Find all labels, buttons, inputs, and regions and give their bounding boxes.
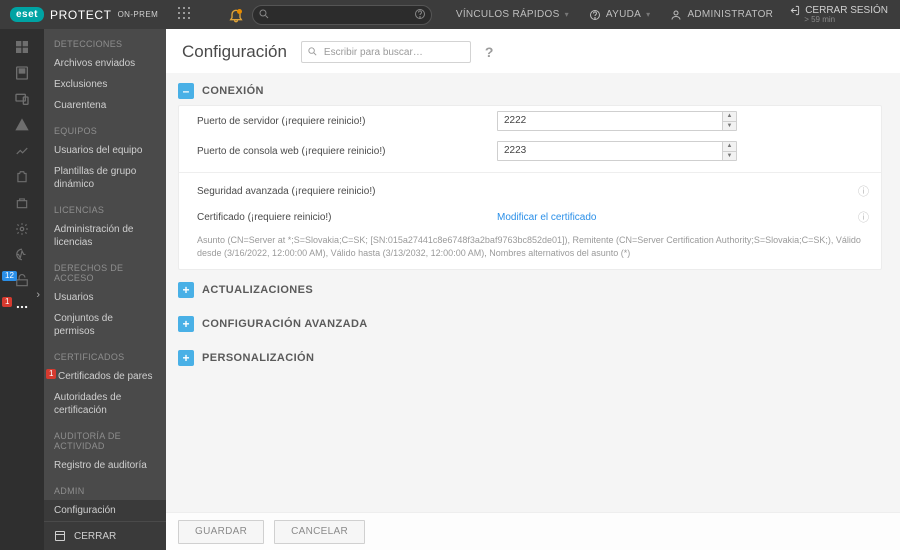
side-group-detections: DETECCIONES bbox=[44, 29, 166, 53]
side-item-dynamic-group-templates[interactable]: Plantillas de grupo dinámico bbox=[44, 161, 166, 195]
advanced-security-label: Seguridad avanzada (¡requiere reinicio!) bbox=[197, 186, 497, 197]
expand-icon bbox=[178, 316, 194, 332]
apps-grid-icon[interactable] bbox=[178, 7, 190, 22]
user-menu[interactable]: ADMINISTRATOR bbox=[660, 0, 783, 29]
notifications-icon[interactable] bbox=[228, 7, 244, 23]
side-panel: DETECCIONES Archivos enviados Exclusione… bbox=[44, 29, 166, 550]
main-column: Configuración ? CONEXIÓN Puerto de servi… bbox=[166, 29, 900, 550]
section-custom-toggle[interactable]: PERSONALIZACIÓN bbox=[178, 344, 882, 372]
help-menu[interactable]: AYUDA▾ bbox=[579, 0, 661, 29]
section-connection: CONEXIÓN Puerto de servidor (¡requiere r… bbox=[178, 77, 882, 270]
chevron-down-icon: ▾ bbox=[646, 10, 650, 19]
settings-search[interactable] bbox=[301, 41, 471, 63]
stepper-up-icon[interactable]: ▲ bbox=[722, 112, 736, 122]
side-item-license-management[interactable]: Administración de licencias bbox=[44, 219, 166, 253]
side-item-settings[interactable]: Configuración bbox=[44, 500, 166, 521]
side-group-access-rights: DERECHOS DE ACCESO bbox=[44, 253, 166, 287]
quick-links-menu[interactable]: VÍNCULOS RÁPIDOS▾ bbox=[446, 0, 579, 29]
side-item-permission-sets[interactable]: Conjuntos de permisos bbox=[44, 308, 166, 342]
collapse-icon bbox=[54, 530, 66, 542]
side-item-audit-log[interactable]: Registro de auditoría bbox=[44, 455, 166, 476]
section-advanced-toggle[interactable]: CONFIGURACIÓN AVANZADA bbox=[178, 310, 882, 338]
global-search-input[interactable] bbox=[252, 5, 432, 25]
side-item-exclusions[interactable]: Exclusiones bbox=[44, 74, 166, 95]
server-port-label: Puerto de servidor (¡requiere reinicio!) bbox=[197, 116, 497, 127]
rail-installers-icon[interactable] bbox=[0, 191, 44, 215]
side-item-submitted-files[interactable]: Archivos enviados bbox=[44, 53, 166, 74]
section-advanced: CONFIGURACIÓN AVANZADA bbox=[178, 310, 882, 338]
brand-product: PROTECT bbox=[50, 8, 112, 22]
rail-computers-icon[interactable] bbox=[0, 61, 44, 85]
side-item-computer-users[interactable]: Usuarios del equipo bbox=[44, 140, 166, 161]
side-item-peer-certs[interactable]: 1Certificados de pares bbox=[44, 366, 166, 387]
certificate-label: Certificado (¡requiere reinicio!) bbox=[197, 212, 497, 223]
rail-reports-icon[interactable] bbox=[0, 139, 44, 163]
nav-rail: 12 1 › bbox=[0, 29, 44, 550]
collapse-icon bbox=[178, 83, 194, 99]
side-group-certificates: CERTIFICADOS bbox=[44, 342, 166, 366]
server-port-input[interactable]: 2222 ▲▼ bbox=[497, 111, 737, 131]
info-icon[interactable]: ⓘ bbox=[850, 209, 869, 225]
modify-certificate-link[interactable]: Modificar el certificado bbox=[497, 212, 596, 223]
info-icon[interactable]: ⓘ bbox=[850, 183, 869, 199]
settings-search-input[interactable] bbox=[301, 41, 471, 63]
side-item-peer-certs-badge: 1 bbox=[46, 369, 56, 379]
brand: eset PROTECT ON-PREM bbox=[0, 7, 168, 22]
row-advanced-security: Seguridad avanzada (¡requiere reinicio!)… bbox=[179, 172, 881, 204]
rail-policies-icon[interactable] bbox=[0, 217, 44, 241]
side-group-computers: EQUIPOS bbox=[44, 116, 166, 140]
page-title: Configuración bbox=[182, 42, 287, 62]
certificate-details: Asunto (CN=Server at *;S=Slovakia;C=SK; … bbox=[179, 230, 881, 269]
section-custom: PERSONALIZACIÓN bbox=[178, 344, 882, 372]
rail-expand-icon[interactable]: › bbox=[36, 289, 40, 301]
logout-button[interactable]: CERRAR SESIÓN > 59 min bbox=[783, 5, 900, 24]
expand-icon bbox=[178, 282, 194, 298]
row-console-port: Puerto de consola web (¡requiere reinici… bbox=[179, 136, 881, 166]
connection-panel: Puerto de servidor (¡requiere reinicio!)… bbox=[178, 105, 882, 270]
rail-dashboard-icon[interactable] bbox=[0, 35, 44, 59]
stepper-up-icon[interactable]: ▲ bbox=[722, 142, 736, 152]
topbar: eset PROTECT ON-PREM VÍNCULOS RÁPIDOS▾ A… bbox=[0, 0, 900, 29]
row-server-port: Puerto de servidor (¡requiere reinicio!)… bbox=[179, 106, 881, 136]
main-header: Configuración ? bbox=[166, 29, 900, 73]
rail-notifications-icon[interactable] bbox=[0, 243, 44, 267]
rail-devices-icon[interactable] bbox=[0, 87, 44, 111]
rail-tasks-icon[interactable] bbox=[0, 165, 44, 189]
stepper-down-icon[interactable]: ▼ bbox=[722, 122, 736, 131]
side-item-users[interactable]: Usuarios bbox=[44, 287, 166, 308]
search-icon bbox=[258, 8, 270, 23]
side-group-admin: ADMIN bbox=[44, 476, 166, 500]
section-updates-toggle[interactable]: ACTUALIZACIONES bbox=[178, 276, 882, 304]
search-icon bbox=[307, 46, 318, 60]
stepper-down-icon[interactable]: ▼ bbox=[722, 152, 736, 161]
session-expiry: > 59 min bbox=[789, 16, 835, 24]
cancel-button[interactable]: CANCELAR bbox=[274, 520, 365, 544]
side-item-quarantine[interactable]: Cuarentena bbox=[44, 95, 166, 116]
search-help-icon[interactable] bbox=[414, 8, 426, 23]
side-group-licenses: LICENCIAS bbox=[44, 195, 166, 219]
help-icon[interactable]: ? bbox=[485, 44, 494, 60]
console-port-input[interactable]: 2223 ▲▼ bbox=[497, 141, 737, 161]
footer-actions: GUARDAR CANCELAR bbox=[166, 512, 900, 550]
rail-more-badge: 1 bbox=[2, 297, 12, 307]
save-button[interactable]: GUARDAR bbox=[178, 520, 264, 544]
side-item-cert-authorities[interactable]: Autoridades de certificación bbox=[44, 387, 166, 421]
global-search[interactable] bbox=[252, 5, 432, 25]
rail-threats-icon[interactable] bbox=[0, 113, 44, 137]
brand-variant: ON-PREM bbox=[118, 10, 159, 19]
chevron-down-icon: ▾ bbox=[565, 10, 569, 19]
row-certificate: Certificado (¡requiere reinicio!) Modifi… bbox=[179, 204, 881, 230]
side-group-audit: AUDITORÍA DE ACTIVIDAD bbox=[44, 421, 166, 455]
section-connection-toggle[interactable]: CONEXIÓN bbox=[178, 77, 882, 105]
side-close-button[interactable]: CERRAR bbox=[44, 522, 166, 550]
rail-status-badge: 12 bbox=[2, 271, 17, 281]
console-port-label: Puerto de consola web (¡requiere reinici… bbox=[197, 146, 497, 157]
content-area: CONEXIÓN Puerto de servidor (¡requiere r… bbox=[166, 73, 900, 512]
expand-icon bbox=[178, 350, 194, 366]
section-updates: ACTUALIZACIONES bbox=[178, 276, 882, 304]
brand-badge: eset bbox=[10, 7, 44, 22]
